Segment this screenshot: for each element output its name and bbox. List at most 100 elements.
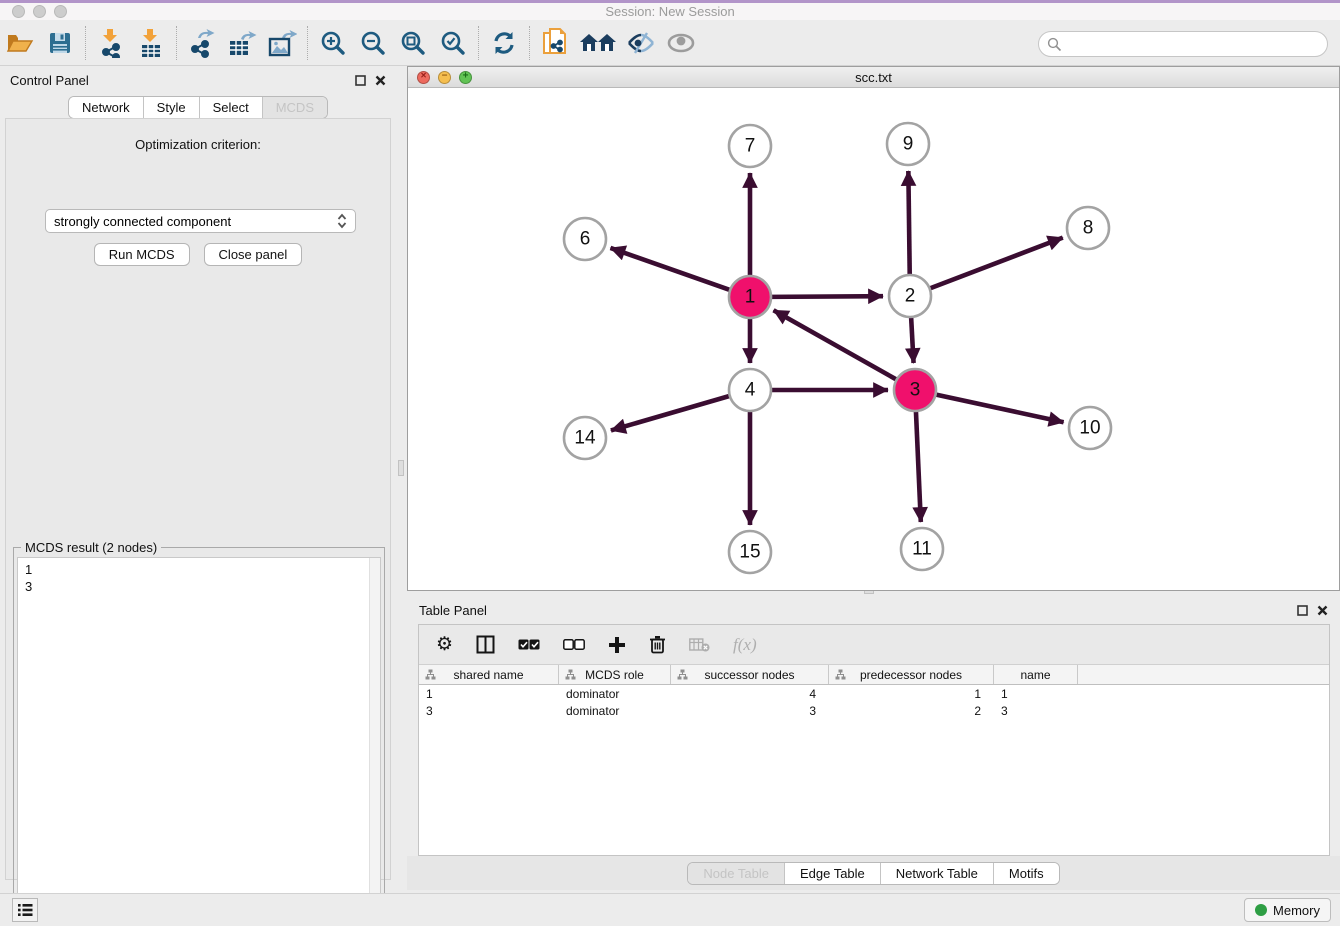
tab-edge-table[interactable]: Edge Table (785, 863, 881, 884)
task-history-button[interactable] (12, 898, 38, 922)
table-cell[interactable]: 2 (829, 702, 994, 719)
graph-edge-2-9[interactable] (908, 171, 909, 275)
home-layout-button[interactable] (575, 24, 621, 62)
optimization-criterion-select[interactable]: strongly connected component (45, 209, 356, 233)
open-session-button[interactable] (0, 24, 40, 62)
network-window-title: scc.txt (408, 70, 1339, 85)
close-panel-icon[interactable] (375, 75, 386, 86)
zoom-in-button[interactable] (313, 24, 353, 62)
open-folder-icon (6, 31, 34, 55)
zoom-selected-button[interactable] (433, 24, 473, 62)
show-panel-button[interactable] (661, 24, 701, 62)
memory-label: Memory (1273, 903, 1320, 918)
mcds-panel: Optimization criterion: strongly connect… (5, 118, 391, 880)
column-header-successor-nodes[interactable]: successor nodes (671, 665, 829, 684)
tab-style[interactable]: Style (144, 97, 200, 118)
show-columns-icon[interactable] (476, 635, 495, 654)
graph-edge-1-6[interactable] (610, 248, 730, 290)
create-column-icon[interactable] (608, 636, 626, 654)
result-scrollbar[interactable] (369, 558, 380, 920)
save-session-button[interactable] (40, 24, 80, 62)
table-row[interactable]: 1dominator411 (419, 685, 1329, 702)
tab-mcds[interactable]: MCDS (263, 97, 327, 118)
export-image-button[interactable] (262, 24, 302, 62)
table-header-row: shared name MCDS role successor nodes pr… (419, 665, 1329, 685)
table-cell[interactable]: 1 (419, 685, 559, 702)
graph-edge-3-1[interactable] (774, 310, 897, 379)
vertical-splitter-handle[interactable] (398, 460, 404, 476)
table-cell[interactable]: 3 (994, 702, 1078, 719)
run-mcds-button[interactable]: Run MCDS (94, 243, 190, 266)
zoom-out-icon (360, 30, 386, 56)
zoom-out-button[interactable] (353, 24, 393, 62)
hide-panel-button[interactable] (621, 24, 661, 62)
home-icon (579, 31, 617, 55)
table-cell[interactable]: 3 (419, 702, 559, 719)
search-input[interactable] (1038, 31, 1328, 57)
export-network-button[interactable] (182, 24, 222, 62)
graph-node-label: 4 (745, 380, 756, 401)
graph-edge-1-2[interactable] (771, 296, 883, 297)
duplicate-network-button[interactable] (535, 24, 575, 62)
graph-edge-3-11[interactable] (916, 411, 921, 522)
float-table-panel-icon[interactable] (1297, 605, 1308, 616)
search-icon (1047, 37, 1062, 52)
deselect-all-icon[interactable] (563, 639, 585, 650)
graph-node-label: 6 (580, 229, 591, 250)
column-header-mcds-role[interactable]: MCDS role (559, 665, 671, 684)
graph-edge-3-10[interactable] (936, 394, 1064, 422)
import-table-button[interactable] (131, 24, 171, 62)
table-cell[interactable]: 1 (829, 685, 994, 702)
column-header-predecessor-nodes[interactable]: predecessor nodes (829, 665, 994, 684)
close-panel-button[interactable]: Close panel (204, 243, 303, 266)
refresh-style-button[interactable] (484, 24, 524, 62)
column-header-shared-name[interactable]: shared name (419, 665, 559, 684)
mcds-result-textarea[interactable]: 13 (17, 557, 381, 921)
close-table-panel-icon[interactable] (1317, 605, 1328, 616)
export-table-button[interactable] (222, 24, 262, 62)
tab-network-table[interactable]: Network Table (881, 863, 994, 884)
eye-icon (667, 33, 695, 53)
column-header-name[interactable]: name (994, 665, 1078, 684)
table-cell[interactable]: 1 (994, 685, 1078, 702)
tab-motifs[interactable]: Motifs (994, 863, 1059, 884)
table-cell[interactable]: 4 (671, 685, 829, 702)
refresh-icon (491, 30, 517, 56)
duplicate-network-icon (541, 27, 569, 59)
graph-edge-2-3[interactable] (911, 317, 913, 363)
control-panel: Control Panel Network Style Select MCDS … (0, 66, 396, 893)
zoom-fit-button[interactable] (393, 24, 433, 62)
network-view-window: × − + scc.txt 7968124314101511 (407, 66, 1340, 591)
main-toolbar (0, 20, 1340, 66)
table-cell[interactable]: dominator (559, 702, 671, 719)
network-canvas[interactable]: 7968124314101511 (408, 88, 1339, 590)
table-cell[interactable]: 3 (671, 702, 829, 719)
tab-network[interactable]: Network (69, 97, 144, 118)
delete-column-icon[interactable] (649, 635, 666, 654)
graph-node-label: 14 (574, 428, 596, 449)
import-network-button[interactable] (91, 24, 131, 62)
control-panel-header: Control Panel (0, 66, 396, 94)
table-row[interactable]: 3dominator323 (419, 702, 1329, 719)
hierarchy-icon (565, 669, 576, 680)
table-panel-title: Table Panel (419, 603, 487, 618)
tab-select[interactable]: Select (200, 97, 263, 118)
graph-node-label: 9 (903, 134, 914, 155)
export-network-icon (188, 28, 216, 58)
tab-node-table[interactable]: Node Table (688, 863, 785, 884)
graph-edge-2-8[interactable] (930, 238, 1063, 289)
memory-button[interactable]: Memory (1244, 898, 1331, 922)
result-line: 1 (25, 561, 380, 578)
search-area (1038, 31, 1328, 57)
delete-table-icon (689, 638, 710, 652)
graph-node-label: 2 (905, 286, 916, 307)
table-panel: Table Panel ⚙ (407, 598, 1340, 893)
select-all-icon[interactable] (518, 639, 540, 650)
float-panel-icon[interactable] (355, 75, 366, 86)
table-cell[interactable]: dominator (559, 685, 671, 702)
network-window-titlebar[interactable]: × − + scc.txt (408, 67, 1339, 88)
app-title: Session: New Session (0, 4, 1340, 19)
table-settings-gear-icon[interactable]: ⚙ (436, 635, 453, 654)
graph-edge-4-14[interactable] (611, 396, 730, 431)
node-table: ⚙ (418, 624, 1330, 856)
